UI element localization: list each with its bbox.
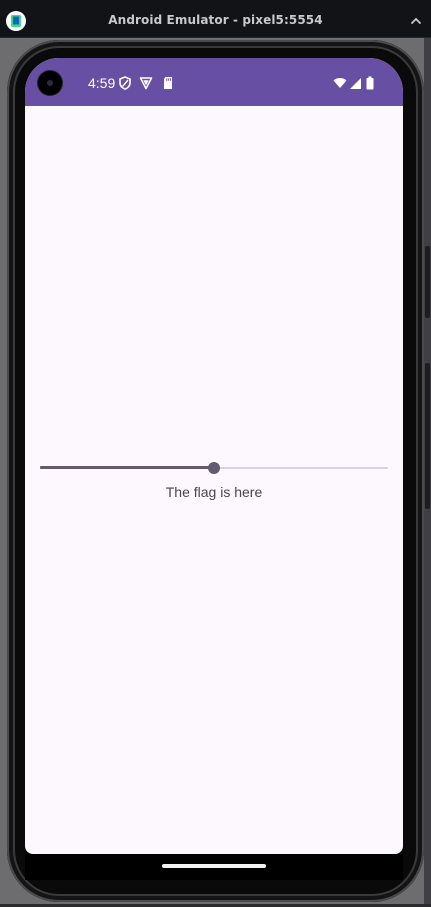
play-protect-icon (139, 76, 153, 90)
status-bar: 4:59 (25, 58, 403, 106)
front-camera-icon (38, 71, 62, 95)
home-gesture-handle[interactable] (162, 864, 266, 868)
flag-slider[interactable] (40, 460, 388, 476)
scrollbar-thumb-secondary[interactable] (425, 363, 430, 509)
cell-signal-icon (349, 76, 363, 90)
battery-icon (365, 76, 375, 90)
slider-thumb[interactable] (208, 462, 220, 474)
window-title: Android Emulator - pixel5:5554 (108, 13, 323, 27)
emulator-window: Android Emulator - pixel5:5554 4:59 The … (0, 0, 431, 907)
shield-icon (118, 76, 132, 90)
window-titlebar: Android Emulator - pixel5:5554 (0, 0, 431, 38)
app-content: The flag is here (25, 106, 403, 854)
flag-label: The flag is here (165, 484, 263, 500)
sd-card-icon (161, 76, 175, 90)
slider-track-active (40, 466, 214, 469)
status-clock: 4:59 (88, 75, 116, 91)
device-screen[interactable]: 4:59 The flag is here (25, 58, 403, 854)
wifi-icon (333, 76, 347, 90)
scrollbar-thumb[interactable] (425, 246, 430, 318)
chevron-up-icon[interactable] (409, 13, 423, 27)
emulator-side-scrollbar[interactable] (424, 38, 431, 904)
